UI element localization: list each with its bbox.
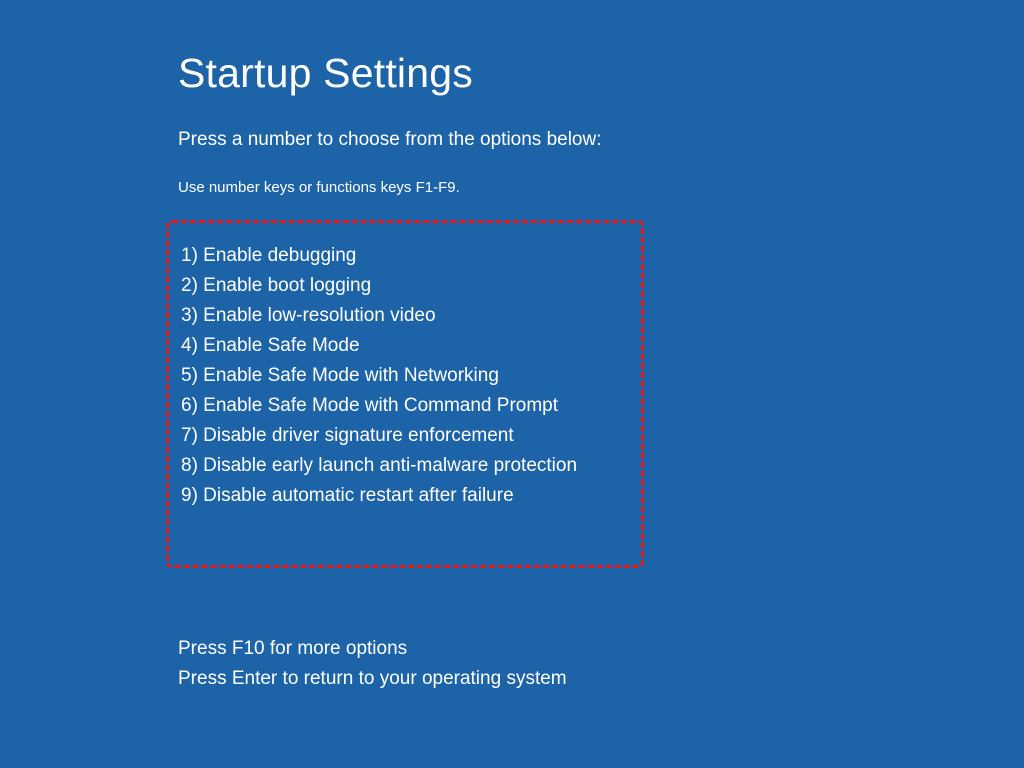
option-3[interactable]: 3) Enable low-resolution video	[177, 301, 633, 331]
more-options-hint: Press F10 for more options	[178, 634, 1024, 664]
option-1[interactable]: 1) Enable debugging	[177, 241, 633, 271]
page-title: Startup Settings	[178, 50, 1024, 97]
option-7[interactable]: 7) Disable driver signature enforcement	[177, 421, 633, 451]
option-4[interactable]: 4) Enable Safe Mode	[177, 331, 633, 361]
options-list: 1) Enable debugging 2) Enable boot loggi…	[166, 220, 644, 568]
return-hint: Press Enter to return to your operating …	[178, 664, 1024, 694]
footer-instructions: Press F10 for more options Press Enter t…	[178, 634, 1024, 694]
choose-prompt: Press a number to choose from the option…	[178, 129, 1024, 151]
keys-hint: Use number keys or functions keys F1-F9.	[178, 179, 1024, 196]
option-2[interactable]: 2) Enable boot logging	[177, 271, 633, 301]
option-8[interactable]: 8) Disable early launch anti-malware pro…	[177, 451, 633, 481]
option-5[interactable]: 5) Enable Safe Mode with Networking	[177, 361, 633, 391]
startup-settings-screen: Startup Settings Press a number to choos…	[0, 0, 1024, 694]
option-9[interactable]: 9) Disable automatic restart after failu…	[177, 481, 633, 511]
option-6[interactable]: 6) Enable Safe Mode with Command Prompt	[177, 391, 633, 421]
